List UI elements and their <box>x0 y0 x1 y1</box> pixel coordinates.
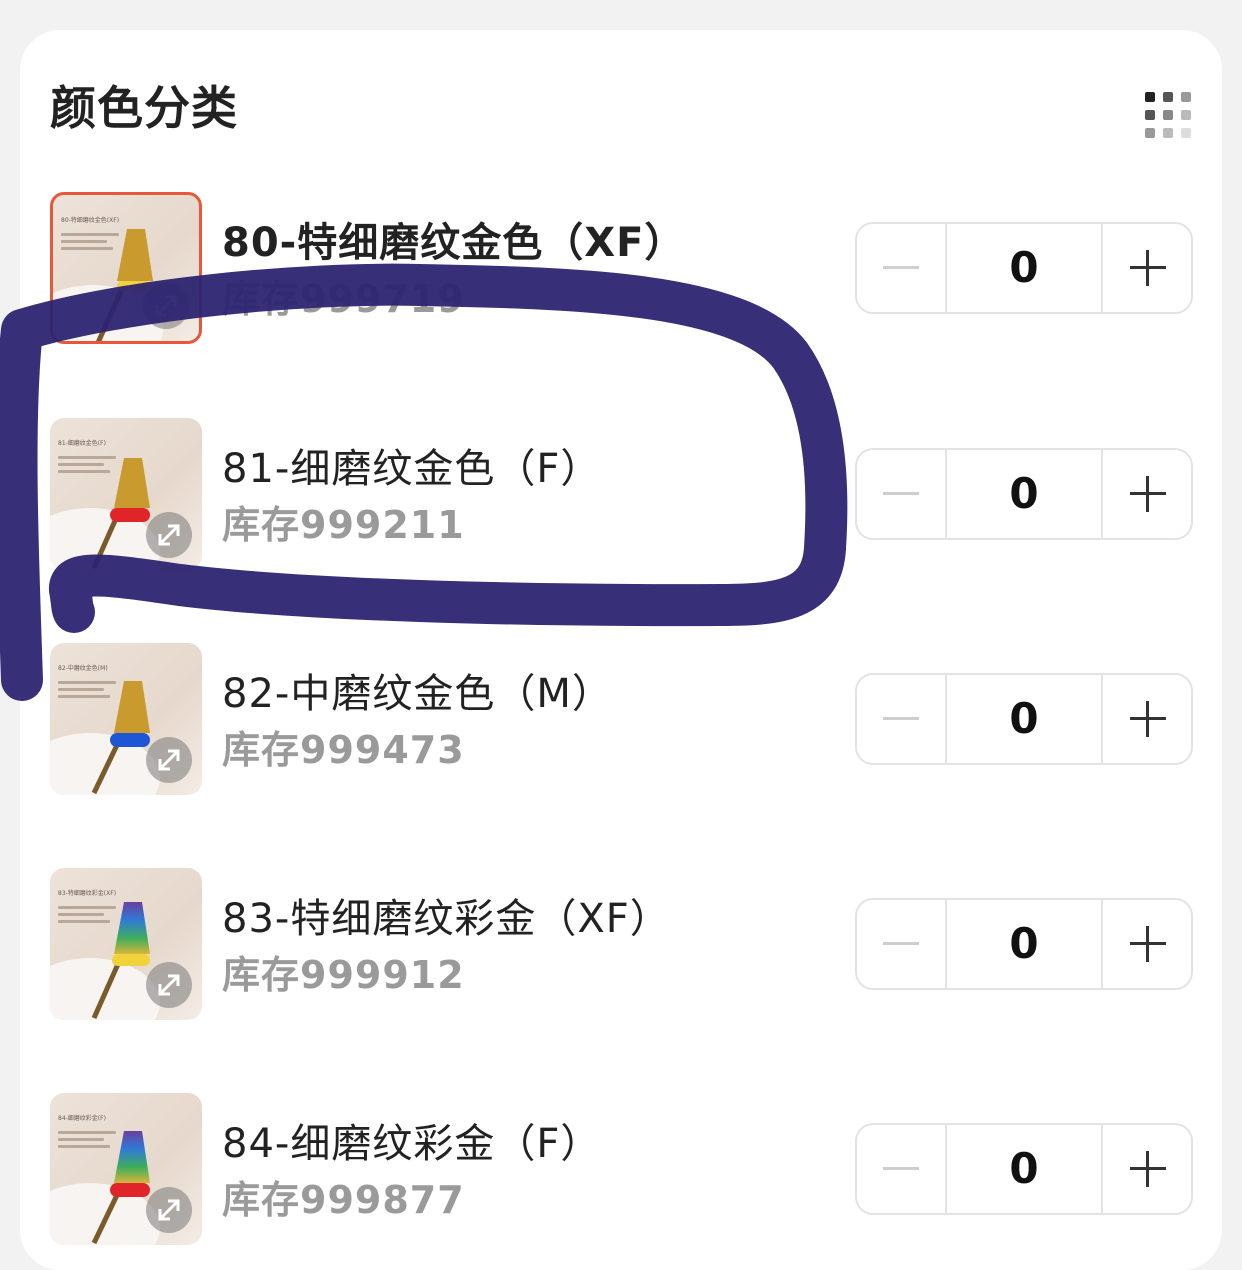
product-thumbnail[interactable]: 84-细磨纹彩金(F) <box>50 1093 202 1245</box>
decrement-button[interactable] <box>857 450 947 538</box>
increment-button[interactable] <box>1101 224 1191 312</box>
expand-icon[interactable] <box>146 962 192 1008</box>
list-item[interactable]: 84-细磨纹彩金(F) 84-细磨纹彩金（F） 库存999877 0 <box>50 1093 1200 1245</box>
increment-button[interactable] <box>1101 900 1191 988</box>
list-item[interactable]: 80-特细磨纹金色(XF) 80-特细磨纹金色（XF） 库存999719 0 <box>50 192 1200 344</box>
expand-icon[interactable] <box>146 512 192 558</box>
quantity-value[interactable]: 0 <box>947 675 1101 763</box>
quantity-value[interactable]: 0 <box>947 1125 1101 1213</box>
increment-button[interactable] <box>1101 675 1191 763</box>
expand-icon[interactable] <box>143 283 189 329</box>
decrement-button[interactable] <box>857 224 947 312</box>
list-item[interactable]: 82-中磨纹金色(M) 82-中磨纹金色（M） 库存999473 0 <box>50 643 1200 795</box>
expand-icon[interactable] <box>146 1187 192 1233</box>
list-item[interactable]: 83-特细磨纹彩金(XF) 83-特细磨纹彩金（XF） 库存999912 0 <box>50 868 1200 1020</box>
bit-band <box>110 1183 150 1197</box>
quantity-value[interactable]: 0 <box>947 900 1101 988</box>
color-category-panel: 颜色分类 80-特细磨纹金色(XF) 80-特细磨纹金色（XF） 库存99971… <box>20 30 1222 1270</box>
stock-count: 库存999473 <box>222 728 465 772</box>
product-name: 82-中磨纹金色（M） <box>222 671 613 717</box>
increment-button[interactable] <box>1101 450 1191 538</box>
decrement-button[interactable] <box>857 675 947 763</box>
bit-band <box>112 954 150 966</box>
product-name: 83-特细磨纹彩金（XF） <box>222 896 671 942</box>
stock-count: 库存999211 <box>222 503 465 547</box>
product-name: 84-细磨纹彩金（F） <box>222 1121 602 1167</box>
product-thumbnail[interactable]: 81-细磨纹金色(F) <box>50 418 202 570</box>
quantity-stepper: 0 <box>855 898 1193 990</box>
list-item[interactable]: 81-细磨纹金色(F) 81-细磨纹金色（F） 库存999211 0 <box>50 418 1200 570</box>
quantity-stepper: 0 <box>855 448 1193 540</box>
stock-count: 库存999719 <box>222 277 465 321</box>
section-title: 颜色分类 <box>50 81 238 135</box>
bit-band <box>110 508 150 522</box>
quantity-value[interactable]: 0 <box>947 224 1101 312</box>
decrement-button[interactable] <box>857 900 947 988</box>
product-thumbnail[interactable]: 80-特细磨纹金色(XF) <box>50 192 202 344</box>
quantity-stepper: 0 <box>855 1123 1193 1215</box>
quantity-stepper: 0 <box>855 673 1193 765</box>
expand-icon[interactable] <box>146 737 192 783</box>
quantity-value[interactable]: 0 <box>947 450 1101 538</box>
stock-count: 库存999877 <box>222 1178 465 1222</box>
increment-button[interactable] <box>1101 1125 1191 1213</box>
bit-band <box>110 733 150 747</box>
product-thumbnail[interactable]: 82-中磨纹金色(M) <box>50 643 202 795</box>
stock-count: 库存999912 <box>222 953 465 997</box>
decrement-button[interactable] <box>857 1125 947 1213</box>
product-thumbnail[interactable]: 83-特细磨纹彩金(XF) <box>50 868 202 1020</box>
product-name: 80-特细磨纹金色（XF） <box>222 220 686 266</box>
product-name: 81-细磨纹金色（F） <box>222 446 602 492</box>
grid-view-icon[interactable] <box>1145 92 1195 138</box>
quantity-stepper: 0 <box>855 222 1193 314</box>
